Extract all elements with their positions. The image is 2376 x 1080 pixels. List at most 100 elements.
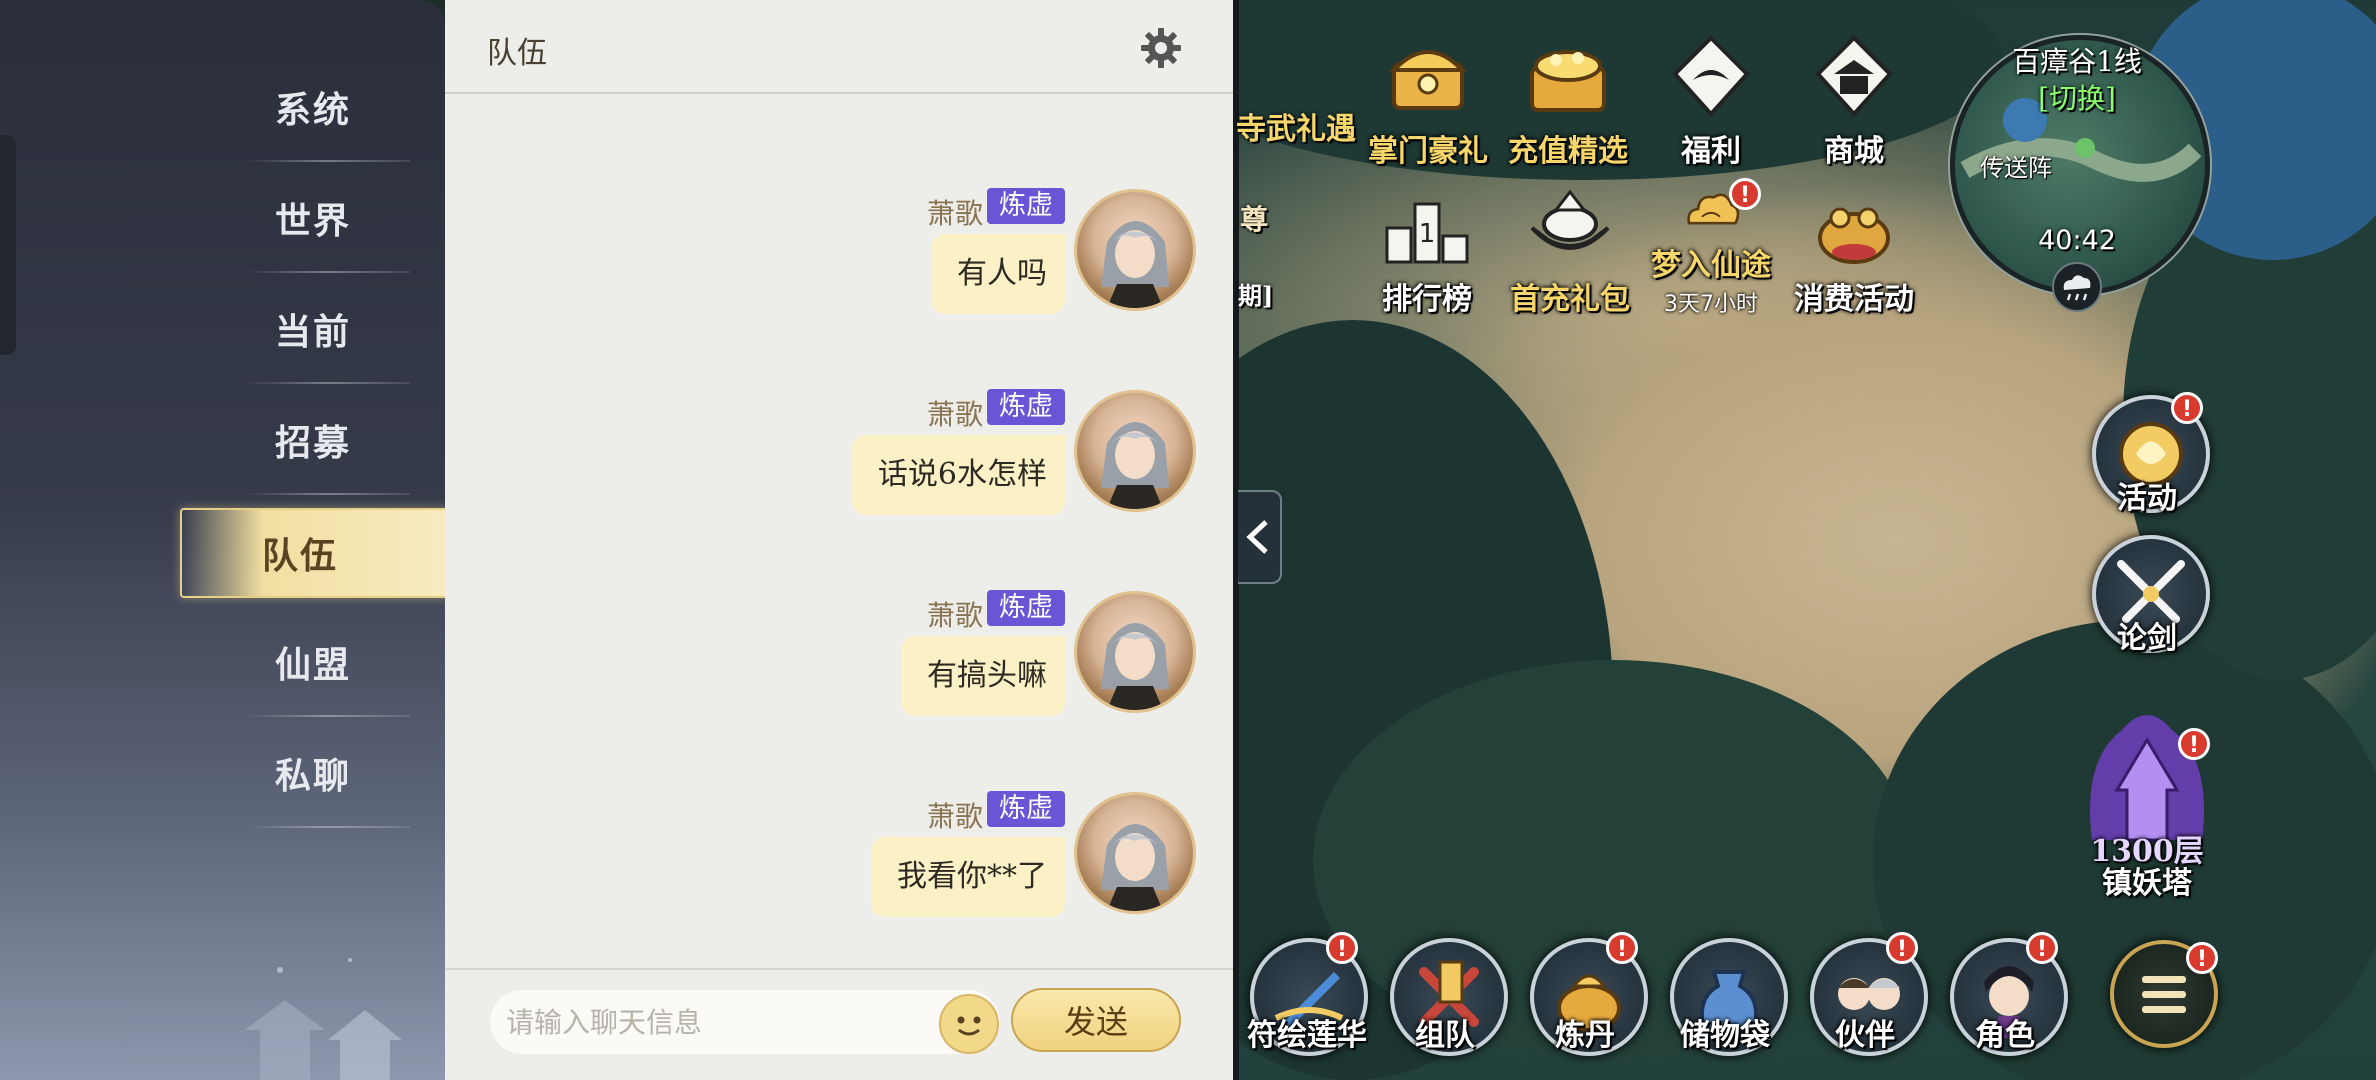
sidebar-item-label: 私聊	[274, 755, 351, 797]
sidebar-item-private[interactable]: 私聊	[150, 718, 430, 828]
chat-message: 萧歌 炼虚 有人吗	[593, 188, 1193, 382]
bottom-label: 炼丹	[1555, 1018, 1615, 1053]
message-bubble: 有搞头嘛	[901, 636, 1065, 716]
character-portrait-icon	[1101, 623, 1169, 710]
collapse-chat-button[interactable]	[1238, 490, 1282, 584]
ranking-icon: 1	[1385, 202, 1469, 264]
hud-label: 商城	[1824, 134, 1884, 169]
alert-badge: !	[1326, 932, 1358, 964]
hud-label: 首充礼包	[1510, 282, 1630, 317]
sidebar-item-label: 世界	[274, 200, 351, 242]
svg-text:1: 1	[1419, 219, 1436, 249]
sidebar-item-label: 队伍	[261, 535, 338, 577]
activity-label: 活动	[2117, 481, 2177, 516]
sidebar-item-label: 当前	[274, 311, 351, 353]
chat-panel: 队伍 萧歌 炼虚 有人吗 萧歌 炼虚 话说6水怎样 萧歌 炼虚 有搞头嘛 萧歌 …	[445, 0, 1233, 1080]
alert-badge: !	[1886, 932, 1918, 964]
alert-badge: !	[2171, 392, 2203, 424]
gift-icon	[1672, 35, 1750, 117]
sender-name: 萧歌	[926, 599, 983, 632]
partial-activity-label[interactable]: 寺武礼遇	[1236, 104, 1356, 148]
sidebar-item-system[interactable]: 系统	[150, 52, 430, 162]
message-bubble: 话说6水怎样	[851, 435, 1065, 515]
chat-message: 萧歌 炼虚 我看你**了	[593, 791, 1193, 985]
chat-input-bar: 发送	[445, 968, 1233, 1080]
avatar[interactable]	[1077, 795, 1193, 911]
sidebar-item-label: 招募	[274, 422, 351, 464]
hud-spending-event[interactable]: 消费活动	[1784, 178, 1924, 318]
chat-message: 萧歌 炼虚 话说6水怎样	[593, 389, 1193, 583]
partial-info-label: 期]	[1238, 281, 1274, 310]
sidebar-item-label: 仙盟	[274, 644, 351, 686]
map-name: 百瘴谷1线	[2012, 45, 2142, 78]
hud-label: 掌门豪礼	[1368, 134, 1488, 169]
sender-name: 萧歌	[926, 197, 983, 230]
toad-icon	[1818, 207, 1890, 264]
map-portal-label[interactable]: 传送阵	[1980, 148, 2052, 183]
alert-badge: !	[2178, 728, 2210, 760]
alert-badge: !	[1606, 932, 1638, 964]
hud-recharge-select[interactable]: 充值精选	[1498, 30, 1638, 170]
chest-icon	[1389, 50, 1467, 110]
hud-label: 梦入仙途	[1651, 248, 1771, 283]
sender-name: 萧歌	[926, 800, 983, 833]
chat-input[interactable]	[490, 990, 1000, 1054]
character-portrait-icon	[1101, 422, 1169, 509]
chat-header: 队伍	[445, 0, 1233, 94]
hud-label: 消费活动	[1794, 282, 1914, 317]
sword-duel-label: 论剑	[2117, 621, 2177, 656]
hud-label: 充值精选	[1508, 134, 1628, 169]
hud-welfare[interactable]: 福利	[1641, 30, 1781, 170]
hud-shop[interactable]: 商城	[1784, 30, 1924, 170]
sidebar-item-world[interactable]: 世界	[150, 163, 430, 273]
chat-title: 队伍	[487, 36, 547, 71]
bottom-label: 储物袋	[1680, 1018, 1770, 1053]
emoji-icon[interactable]	[939, 994, 999, 1054]
chevron-left-icon	[1246, 520, 1268, 554]
partial-title-label: 尊	[1240, 203, 1269, 236]
treasure-icon	[1530, 50, 1606, 112]
chat-channel-sidebar: 系统 世界 当前 招募 队伍 仙盟 私聊	[0, 0, 445, 1080]
alert-badge: !	[2026, 932, 2058, 964]
rank-badge: 炼虚	[987, 188, 1065, 224]
character-portrait-icon	[1101, 221, 1169, 308]
send-button[interactable]: 发送	[1011, 988, 1181, 1052]
hud-label: 福利	[1681, 134, 1741, 169]
hud-first-recharge[interactable]: 首充礼包	[1500, 178, 1640, 318]
tower-name-label: 镇妖塔	[2102, 866, 2192, 901]
sidebar-edge-tab	[0, 135, 16, 355]
avatar[interactable]	[1077, 594, 1193, 710]
countdown-label: 3天7小时	[1664, 292, 1758, 317]
hud-label: 排行榜	[1382, 282, 1472, 317]
sidebar-item-current[interactable]: 当前	[150, 274, 430, 384]
map-switch-link[interactable]: [切换]	[1952, 77, 2202, 117]
hud-sect-gift[interactable]: 掌门豪礼	[1358, 30, 1498, 170]
rain-cloud-icon	[2052, 262, 2102, 312]
avatar[interactable]	[1077, 192, 1193, 308]
rank-badge: 炼虚	[987, 389, 1065, 425]
sidebar-item-alliance[interactable]: 仙盟	[150, 607, 430, 717]
message-bubble: 我看你**了	[871, 837, 1065, 917]
rank-badge: 炼虚	[987, 791, 1065, 827]
character-portrait-icon	[1101, 824, 1169, 911]
shop-icon	[1815, 35, 1893, 117]
sender-name: 萧歌	[926, 398, 983, 431]
bottom-label: 伙伴	[1835, 1018, 1895, 1053]
ingot-icon	[1530, 189, 1610, 250]
sidebar-item-label: 系统	[274, 89, 351, 131]
sidebar-item-recruit[interactable]: 招募	[150, 385, 430, 495]
alert-badge: !	[2186, 942, 2218, 974]
gear-icon[interactable]	[1139, 26, 1183, 70]
alert-badge: !	[1729, 178, 1761, 210]
game-clock: 40:42	[2038, 225, 2116, 256]
pagoda-decoration-icon	[245, 958, 402, 1080]
message-bubble: 有人吗	[931, 234, 1065, 314]
avatar[interactable]	[1077, 393, 1193, 509]
bottom-label: 符绘莲华	[1247, 1018, 1367, 1053]
bottom-label: 组队	[1415, 1018, 1475, 1053]
bottom-label: 角色	[1975, 1018, 2035, 1053]
hud-ranking[interactable]: 1 排行榜	[1357, 178, 1497, 318]
rank-badge: 炼虚	[987, 590, 1065, 626]
sidebar-item-team[interactable]: 队伍	[180, 508, 445, 598]
chat-message: 萧歌 炼虚 有搞头嘛	[593, 590, 1193, 784]
